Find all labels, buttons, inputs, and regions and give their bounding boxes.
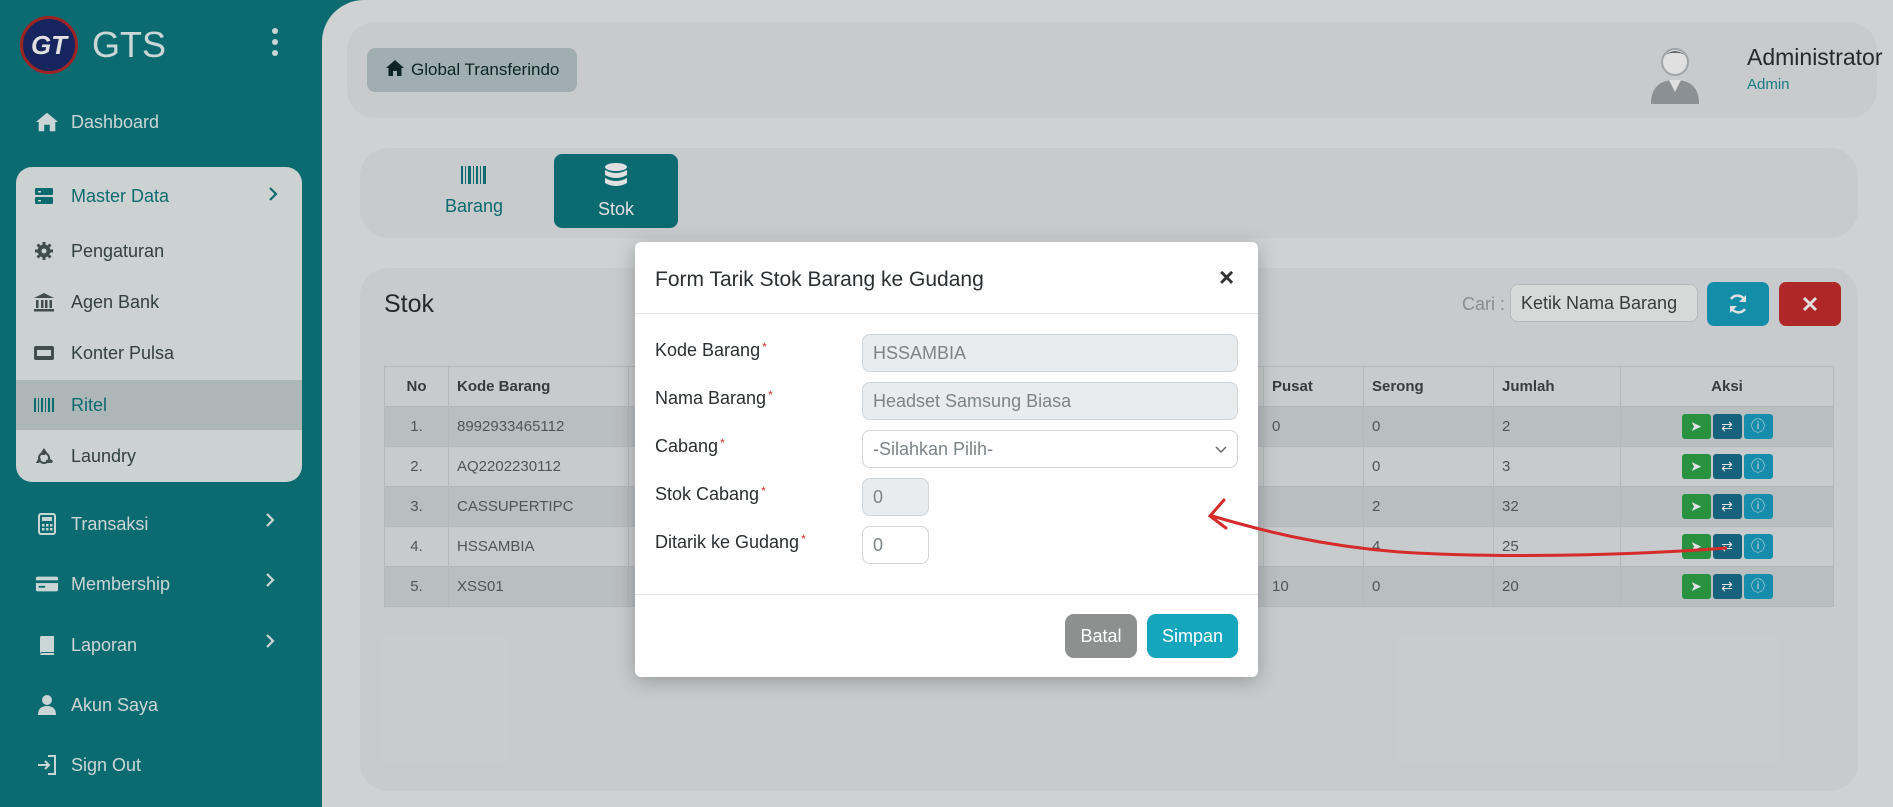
required-mark: * xyxy=(762,340,767,354)
modal-close-button[interactable]: × xyxy=(1219,262,1234,293)
required-mark: * xyxy=(720,436,725,450)
required-mark: * xyxy=(801,532,806,546)
label-text: Cabang xyxy=(655,436,719,456)
modal-divider xyxy=(635,594,1258,595)
nama-barang-label: Nama Barang * xyxy=(655,388,773,409)
kode-barang-field[interactable]: HSSAMBIA xyxy=(862,334,1238,372)
modal-title: Form Tarik Stok Barang ke Gudang xyxy=(655,268,984,291)
nama-barang-field[interactable]: Headset Samsung Biasa xyxy=(862,382,1238,420)
chevron-down-icon xyxy=(1215,431,1227,467)
ditarik-field[interactable]: 0 xyxy=(862,526,929,564)
required-mark: * xyxy=(761,484,766,498)
stok-cabang-label: Stok Cabang * xyxy=(655,484,766,505)
kode-barang-label: Kode Barang * xyxy=(655,340,767,361)
cabang-label: Cabang * xyxy=(655,436,725,457)
label-text: Kode Barang xyxy=(655,340,761,360)
ditarik-label: Ditarik ke Gudang * xyxy=(655,532,806,553)
label-text: Stok Cabang xyxy=(655,484,760,504)
label-text: Ditarik ke Gudang xyxy=(655,532,800,552)
cabang-selected-value: -Silahkan Pilih- xyxy=(873,439,994,459)
batal-button[interactable]: Batal xyxy=(1065,614,1137,658)
required-mark: * xyxy=(768,388,773,402)
tarik-stok-modal: Form Tarik Stok Barang ke Gudang × Kode … xyxy=(635,242,1258,677)
label-text: Nama Barang xyxy=(655,388,767,408)
cabang-select[interactable]: -Silahkan Pilih- xyxy=(862,430,1238,468)
stok-cabang-field[interactable]: 0 xyxy=(862,478,929,516)
modal-header: Form Tarik Stok Barang ke Gudang × xyxy=(635,242,1258,314)
simpan-button[interactable]: Simpan xyxy=(1147,614,1238,658)
